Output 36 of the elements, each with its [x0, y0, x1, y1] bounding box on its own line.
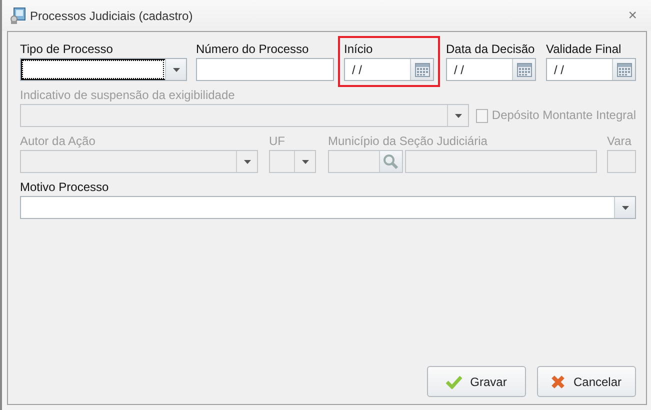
close-button[interactable]: × — [628, 7, 637, 24]
field-label: Data da Decisão — [446, 42, 536, 58]
field-label: Motivo Processo — [20, 180, 110, 196]
calendar-icon[interactable] — [414, 62, 430, 76]
date-value: / / — [453, 62, 466, 79]
date-field[interactable]: / / — [546, 58, 636, 81]
calendar-icon[interactable] — [616, 62, 632, 76]
date-field[interactable]: / / — [344, 58, 434, 81]
field-label: Município da Seção Judiciária — [328, 134, 488, 150]
dropdown-arrow-icon — [622, 206, 628, 210]
field-label: Tipo de Processo — [20, 42, 114, 58]
app-icon — [10, 6, 26, 24]
field-label: Indicativo de suspensão da exigibilidade — [20, 88, 236, 104]
calendar-icon[interactable] — [516, 62, 532, 76]
text-field[interactable] — [405, 150, 597, 173]
dropdown-arrow-icon — [454, 114, 462, 118]
date-value: / / — [351, 62, 364, 79]
cancel-button[interactable]: Cancelar — [537, 366, 636, 397]
save-button[interactable]: Gravar — [427, 366, 526, 397]
field-label: UF — [269, 134, 286, 150]
date-field[interactable]: / / — [446, 58, 536, 81]
field-label: Vara — [607, 134, 632, 150]
checkmark-icon — [446, 374, 462, 388]
dropdown-arrow-icon — [172, 68, 180, 72]
combo-box[interactable] — [20, 58, 187, 81]
field-label: Autor da Ação — [20, 134, 96, 150]
checkbox-label: Depósito Montante Integral — [492, 108, 636, 124]
field-label: Início — [344, 42, 374, 58]
date-value: / / — [553, 62, 566, 79]
field-label: Número do Processo — [196, 42, 310, 58]
window-title: Processos Judiciais (cadastro) — [30, 8, 193, 22]
text-field[interactable] — [196, 58, 334, 81]
dropdown-arrow-icon — [244, 160, 250, 164]
dropdown-arrow-icon — [302, 160, 308, 164]
cross-icon — [551, 374, 566, 388]
field-label: Validade Final — [546, 42, 622, 58]
